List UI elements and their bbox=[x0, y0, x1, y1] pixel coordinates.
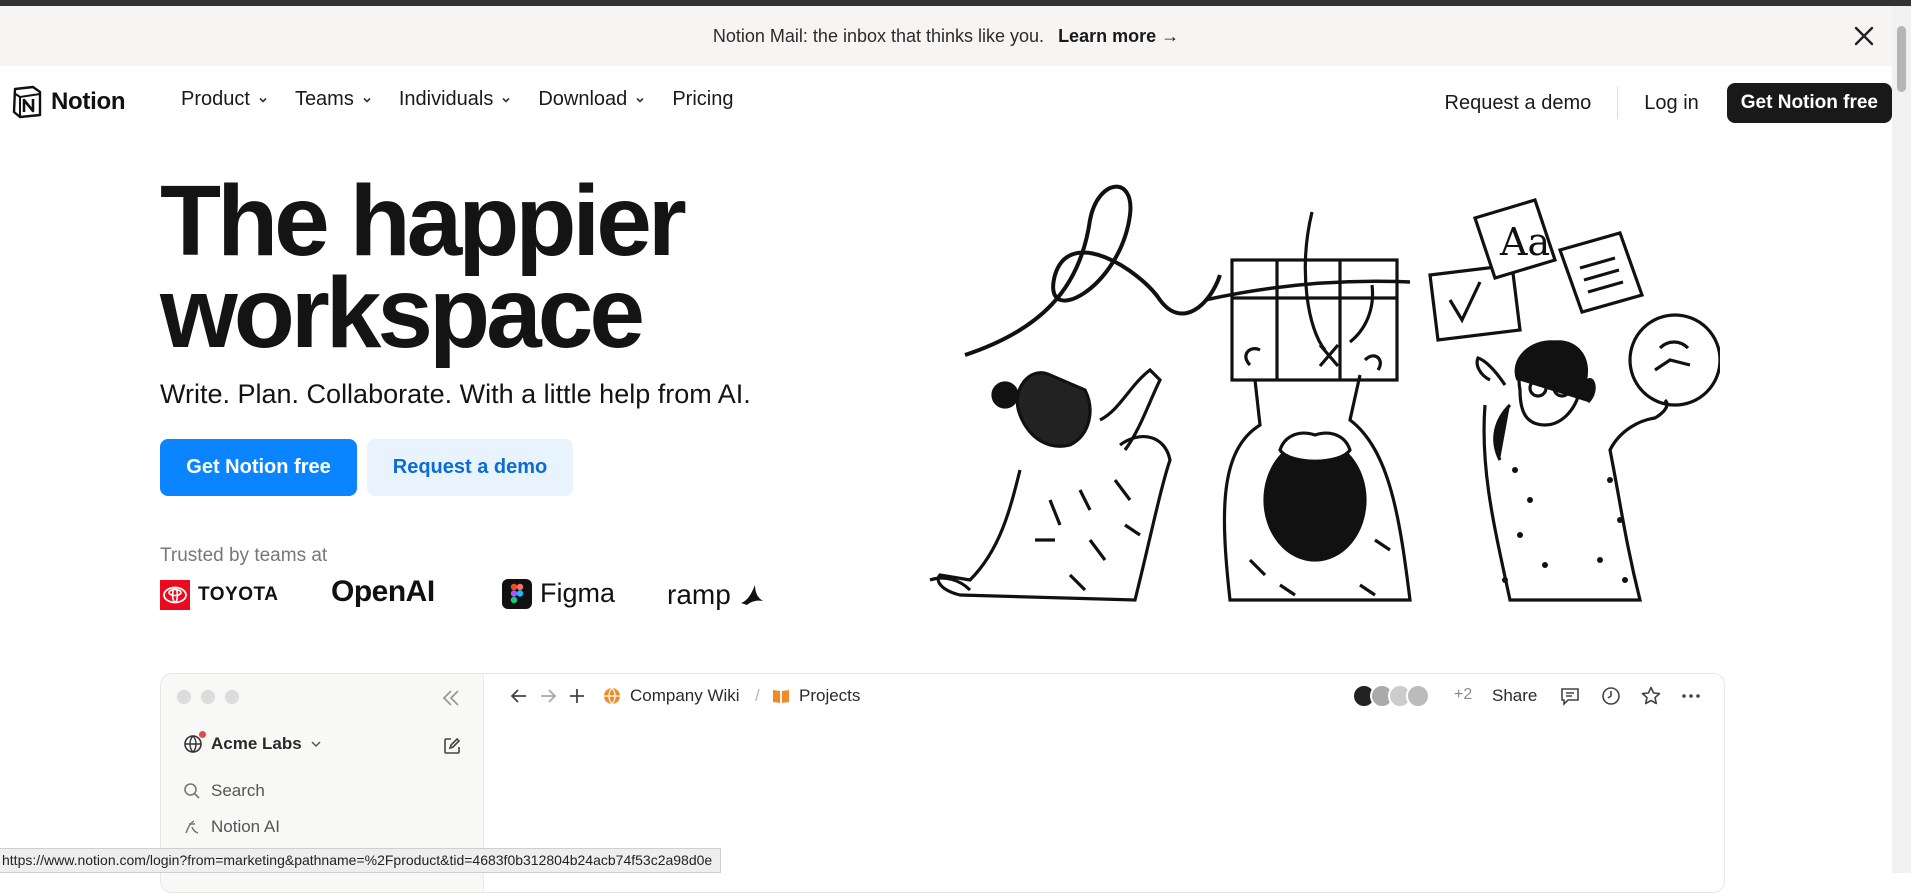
brand-logo[interactable]: Notion bbox=[11, 85, 125, 119]
globe-icon bbox=[183, 731, 206, 754]
nav-item-pricing[interactable]: Pricing bbox=[672, 88, 733, 111]
hero-request-demo-button[interactable]: Request a demo bbox=[367, 439, 573, 496]
window-controls bbox=[177, 690, 239, 704]
history-icon[interactable] bbox=[1600, 685, 1622, 707]
nav-actions: Request a demo Log in Get Notion free bbox=[1445, 83, 1892, 123]
chevron-down-icon bbox=[259, 97, 267, 103]
book-icon bbox=[773, 690, 789, 703]
notion-ai-icon bbox=[185, 820, 199, 834]
workspace-switcher[interactable]: Acme Labs bbox=[183, 731, 322, 754]
chevron-down-icon bbox=[502, 97, 510, 103]
openai-logo: OpenAI bbox=[331, 575, 435, 609]
nav-links: Product Teams Individuals Download Prici… bbox=[181, 88, 758, 111]
app-toolbar: Company Wiki / Projects +2 Share bbox=[484, 674, 1724, 718]
breadcrumb-label: Projects bbox=[799, 686, 861, 705]
notification-dot bbox=[199, 731, 206, 738]
window-dot bbox=[177, 690, 191, 704]
globe-icon bbox=[604, 687, 620, 705]
close-icon[interactable] bbox=[1850, 22, 1878, 50]
announcement-text: Notion Mail: the inbox that thinks like … bbox=[712, 25, 1045, 46]
nav-item-label: Pricing bbox=[672, 88, 734, 110]
forward-arrow-icon[interactable] bbox=[537, 685, 559, 707]
hero-title: The happier workspace bbox=[160, 171, 860, 363]
get-notion-free-button[interactable]: Get Notion free bbox=[1726, 83, 1892, 123]
hero-get-notion-free-button[interactable]: Get Notion free bbox=[160, 439, 357, 496]
window-dot bbox=[225, 690, 239, 704]
figma-icon bbox=[502, 578, 532, 609]
sidebar-item-notion-ai[interactable]: Notion AI bbox=[183, 817, 280, 837]
avatar bbox=[1406, 684, 1430, 708]
page-scrollbar[interactable] bbox=[1892, 6, 1911, 873]
hero-title-line-2: workspace bbox=[160, 257, 645, 369]
toyota-emblem-icon bbox=[160, 580, 190, 610]
figma-logo: Figma bbox=[502, 578, 615, 609]
font-glyph-text: Aa bbox=[1499, 220, 1550, 264]
sidebar-item-label: Notion AI bbox=[211, 817, 280, 836]
breadcrumb-separator: / bbox=[755, 686, 760, 705]
chevron-down-icon bbox=[363, 97, 371, 103]
hero-subtitle: Write. Plan. Collaborate. With a little … bbox=[160, 379, 751, 409]
nav-item-label: Teams bbox=[294, 88, 354, 110]
search-icon bbox=[184, 783, 200, 799]
ramp-wordmark: ramp bbox=[667, 579, 731, 610]
openai-wordmark: OpenAI bbox=[331, 575, 435, 608]
breadcrumb-label: Company Wiki bbox=[630, 686, 740, 705]
notion-logo-icon bbox=[12, 85, 42, 119]
workspace-name: Acme Labs bbox=[211, 734, 302, 753]
figma-wordmark: Figma bbox=[540, 578, 616, 608]
login-link[interactable]: Log in bbox=[1644, 92, 1699, 115]
nav-item-teams[interactable]: Teams bbox=[295, 88, 374, 111]
breadcrumb-company-wiki[interactable]: Company Wiki bbox=[602, 686, 740, 706]
ramp-mark-icon bbox=[740, 585, 763, 605]
status-bar-url: https://www.notion.com/login?from=market… bbox=[0, 848, 722, 873]
brand-name: Notion bbox=[51, 88, 126, 115]
toyota-wordmark: TOYOTA bbox=[198, 584, 279, 605]
main-nav: Notion Product Teams Individuals Downloa… bbox=[0, 66, 1892, 140]
toyota-logo: TOYOTA bbox=[160, 580, 278, 610]
nav-item-individuals[interactable]: Individuals bbox=[399, 88, 514, 111]
nav-item-label: Product bbox=[181, 88, 250, 110]
ramp-logo: ramp bbox=[667, 579, 765, 611]
nav-item-download[interactable]: Download bbox=[538, 88, 647, 111]
sidebar-item-label: Search bbox=[211, 781, 265, 800]
announcement-banner: Notion Mail: the inbox that thinks like … bbox=[0, 6, 1892, 66]
request-demo-link[interactable]: Request a demo bbox=[1445, 92, 1592, 115]
plus-icon[interactable] bbox=[566, 685, 588, 707]
comment-icon[interactable] bbox=[1559, 685, 1581, 707]
new-page-icon[interactable] bbox=[442, 736, 462, 756]
collaborator-avatars[interactable] bbox=[1352, 684, 1430, 708]
back-arrow-icon[interactable] bbox=[508, 685, 530, 707]
nav-divider bbox=[1617, 87, 1619, 119]
nav-item-product[interactable]: Product bbox=[181, 88, 270, 111]
nav-item-label: Individuals bbox=[398, 88, 494, 110]
scrollbar-thumb[interactable] bbox=[1897, 26, 1906, 92]
learn-more-link[interactable]: Learn more → bbox=[1058, 26, 1179, 47]
star-icon[interactable] bbox=[1640, 685, 1662, 707]
share-button[interactable]: Share bbox=[1492, 686, 1537, 706]
collapse-sidebar-icon[interactable] bbox=[439, 686, 463, 710]
chevron-down-icon bbox=[636, 97, 644, 103]
breadcrumb-projects[interactable]: Projects bbox=[771, 686, 860, 706]
chevron-down-icon bbox=[311, 741, 321, 748]
window-dot bbox=[201, 690, 215, 704]
nav-item-label: Download bbox=[538, 88, 628, 110]
sidebar-item-search[interactable]: Search bbox=[183, 781, 265, 801]
more-options-icon[interactable] bbox=[1680, 685, 1702, 707]
trusted-label: Trusted by teams at bbox=[160, 545, 328, 566]
extra-collaborators-count: +2 bbox=[1454, 686, 1473, 703]
hero-illustration: Aa bbox=[929, 184, 1720, 602]
